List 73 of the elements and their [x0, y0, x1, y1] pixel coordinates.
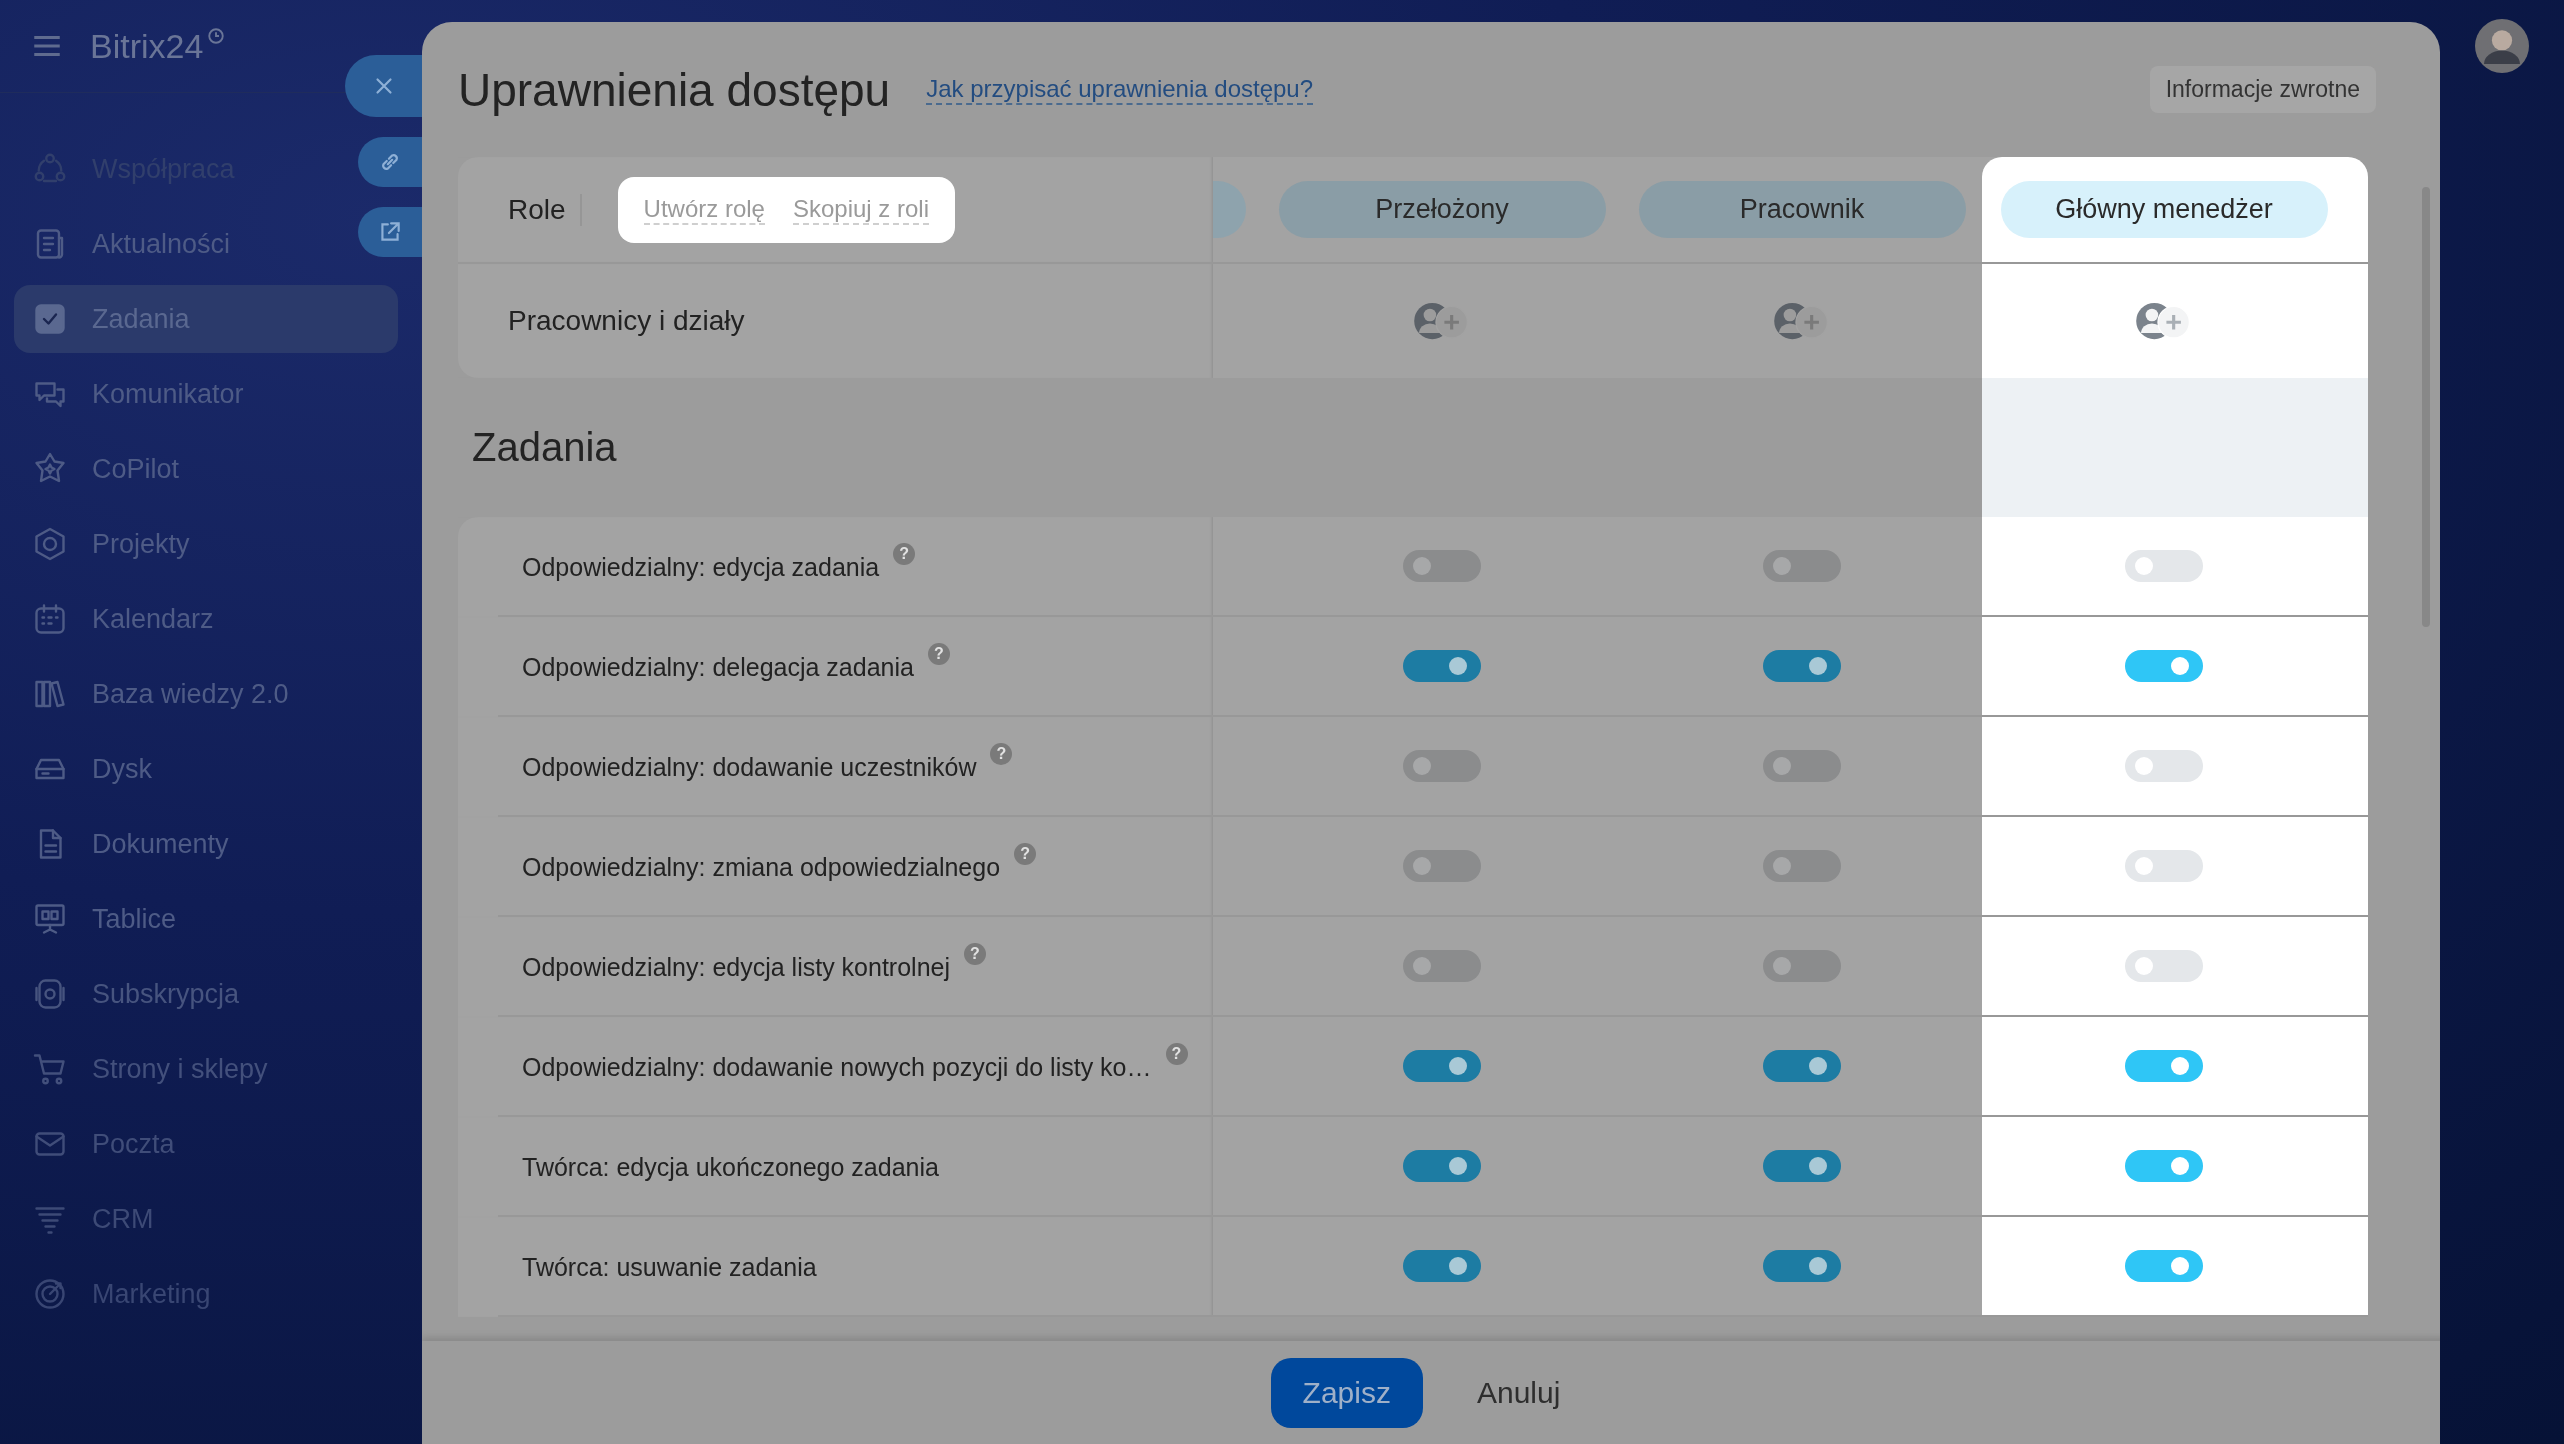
help-hint-icon[interactable]: ? [990, 742, 1013, 765]
logo-text: Bitrix24 [90, 26, 204, 66]
row-label: Pracownicy i działy [508, 305, 745, 337]
hexagon-icon [32, 526, 68, 562]
avatar[interactable] [2475, 19, 2529, 73]
toggle-switch[interactable] [1403, 850, 1481, 882]
open-new-window-button[interactable] [358, 207, 422, 257]
toggle-switch[interactable] [1763, 650, 1841, 682]
cart-icon [32, 1051, 68, 1087]
toggle-switch[interactable] [1763, 1250, 1841, 1282]
toggle-switch[interactable] [2125, 1250, 2203, 1282]
toggle-switch[interactable] [1403, 1050, 1481, 1082]
section-title: Zadania [472, 425, 617, 470]
toggle-switch[interactable] [1763, 1050, 1841, 1082]
toggle-switch[interactable] [1403, 750, 1481, 782]
permission-label: Odpowiedzialny: zmiana odpowiedzialnego [522, 852, 1001, 882]
toggle-switch[interactable] [1403, 1250, 1481, 1282]
subscription-icon [32, 976, 68, 1012]
toggle-switch[interactable] [1403, 650, 1481, 682]
permission-label: Odpowiedzialny: edycja zadania [522, 552, 880, 582]
toggle-switch[interactable] [1763, 850, 1841, 882]
help-link[interactable]: Jak przypisać uprawnienia dostępu? [926, 74, 1314, 105]
sidebar-item[interactable]: Subskrypcja [14, 960, 250, 1028]
cancel-button[interactable]: Anuluj [1470, 1375, 1567, 1410]
toggle-switch[interactable] [2125, 1050, 2203, 1082]
presentation-board-icon [32, 901, 68, 937]
toggle-switch[interactable] [2125, 550, 2203, 582]
help-hint-icon[interactable]: ? [964, 942, 986, 965]
help-hint-icon[interactable]: ? [1014, 842, 1037, 865]
help-hint-icon[interactable]: ? [893, 542, 916, 565]
feedback-button[interactable]: Informacje zwrotne [2149, 66, 2376, 113]
toggle-switch[interactable] [2125, 650, 2203, 682]
role-action-link[interactable]: Utwórz rolę [643, 194, 765, 225]
sidebar-item[interactable]: Projekty [14, 510, 200, 578]
target-icon [32, 1276, 68, 1312]
toggle-switch[interactable] [2125, 750, 2203, 782]
clock-icon [207, 26, 226, 45]
permission-label: Odpowiedzialny: dodawanie nowych pozycji do listy ko… [522, 1052, 1152, 1082]
calendar-icon [32, 601, 68, 637]
role-pill-edge [1213, 181, 1246, 238]
sidebar-item[interactable]: Dysk [14, 735, 162, 803]
permission-label: Odpowiedzialny: dodawanie uczestników [522, 752, 977, 782]
help-hint-icon[interactable]: ? [927, 642, 950, 665]
close-button[interactable] [345, 55, 422, 117]
sidebar-item[interactable]: Kalendarz [14, 585, 224, 653]
row-label: Role [508, 193, 582, 226]
toggle-switch[interactable] [2125, 950, 2203, 982]
role-action-link[interactable]: Skopiuj z roli [792, 194, 929, 225]
sidebar-item[interactable]: Tablice [14, 885, 187, 953]
permission-label: Twórca: usuwanie zadania [522, 1252, 817, 1282]
sidebar-item[interactable]: Dokumenty [14, 810, 239, 878]
role-header[interactable]: Przełożony [1278, 181, 1606, 238]
role-header[interactable]: Pracownik [1638, 181, 1966, 238]
permission-label: Twórca: edycja ukończonego zadania [522, 1152, 939, 1182]
toggle-switch[interactable] [1403, 950, 1481, 982]
role-header[interactable]: Główny menedżer [2000, 181, 2328, 238]
permission-label: Odpowiedzialny: edycja listy kontrolnej [522, 952, 950, 982]
toggle-switch[interactable] [2125, 850, 2203, 882]
sidebar-item[interactable]: CoPilot [14, 435, 190, 503]
toggle-switch[interactable] [1403, 550, 1481, 582]
toggle-switch[interactable] [2125, 1150, 2203, 1182]
toggle-switch[interactable] [1763, 750, 1841, 782]
copy-link-button[interactable] [358, 137, 422, 187]
page-title: Uprawnienia dostępu [458, 62, 891, 117]
sidebar-item[interactable]: Baza wiedzy 2.0 [14, 660, 299, 728]
toggle-switch[interactable] [1763, 1150, 1841, 1182]
toggle-switch[interactable] [1763, 950, 1841, 982]
help-hint-icon[interactable]: ? [1165, 1042, 1188, 1065]
toggle-switch[interactable] [1403, 1150, 1481, 1182]
permission-label: Odpowiedzialny: delegacja zadania [522, 652, 914, 682]
checkbox-icon [32, 301, 68, 337]
save-button[interactable]: Zapisz [1270, 1357, 1423, 1428]
toggle-switch[interactable] [1763, 550, 1841, 582]
